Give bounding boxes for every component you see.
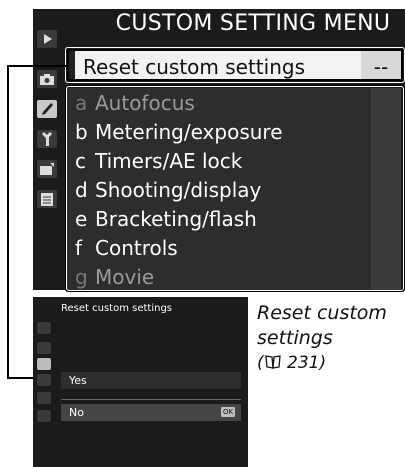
playback-icon [37, 322, 51, 334]
caption-line-1: Reset custom [257, 302, 387, 324]
option-no[interactable]: No OK [61, 404, 241, 421]
playback-icon[interactable] [37, 30, 57, 48]
option-yes-label: Yes [69, 374, 87, 387]
my-menu-icon[interactable] [37, 190, 57, 208]
pencil-icon[interactable] [37, 100, 57, 118]
pencil-icon [37, 358, 51, 370]
menu-title: CUSTOM SETTING MENU [115, 11, 391, 36]
wrench-icon [37, 374, 51, 386]
camera-icon [37, 342, 51, 354]
callout-line-vertical [7, 65, 9, 378]
caption: Reset custom settings ( 231) [257, 301, 402, 376]
book-icon [264, 355, 281, 369]
ok-icon: OK [221, 407, 235, 417]
caption-line-2: settings [257, 327, 333, 349]
custom-setting-menu-screen: CUSTOM SETTING MENU Reset custom setting… [33, 9, 405, 292]
option-yes[interactable]: Yes [61, 372, 241, 389]
wrench-icon[interactable] [37, 130, 57, 148]
callout-line-top [7, 65, 69, 67]
reset-row-frame-highlight [65, 47, 405, 83]
menu-tab-column [33, 9, 61, 290]
reset-confirmation-screen: Reset custom settings Yes No OK [33, 297, 248, 467]
dialog-title: Reset custom settings [61, 303, 172, 314]
camera-icon[interactable] [37, 70, 57, 88]
retouch-icon[interactable] [37, 160, 57, 178]
divider [61, 399, 241, 400]
retouch-icon [37, 392, 51, 404]
group-list-frame-highlight [66, 86, 404, 291]
menu-tab-column-small [33, 297, 55, 467]
my-menu-icon [37, 410, 51, 422]
option-no-label: No [69, 406, 84, 419]
caption-reference: ( 231) [257, 353, 327, 373]
caption-page-ref: 231) [287, 353, 327, 373]
